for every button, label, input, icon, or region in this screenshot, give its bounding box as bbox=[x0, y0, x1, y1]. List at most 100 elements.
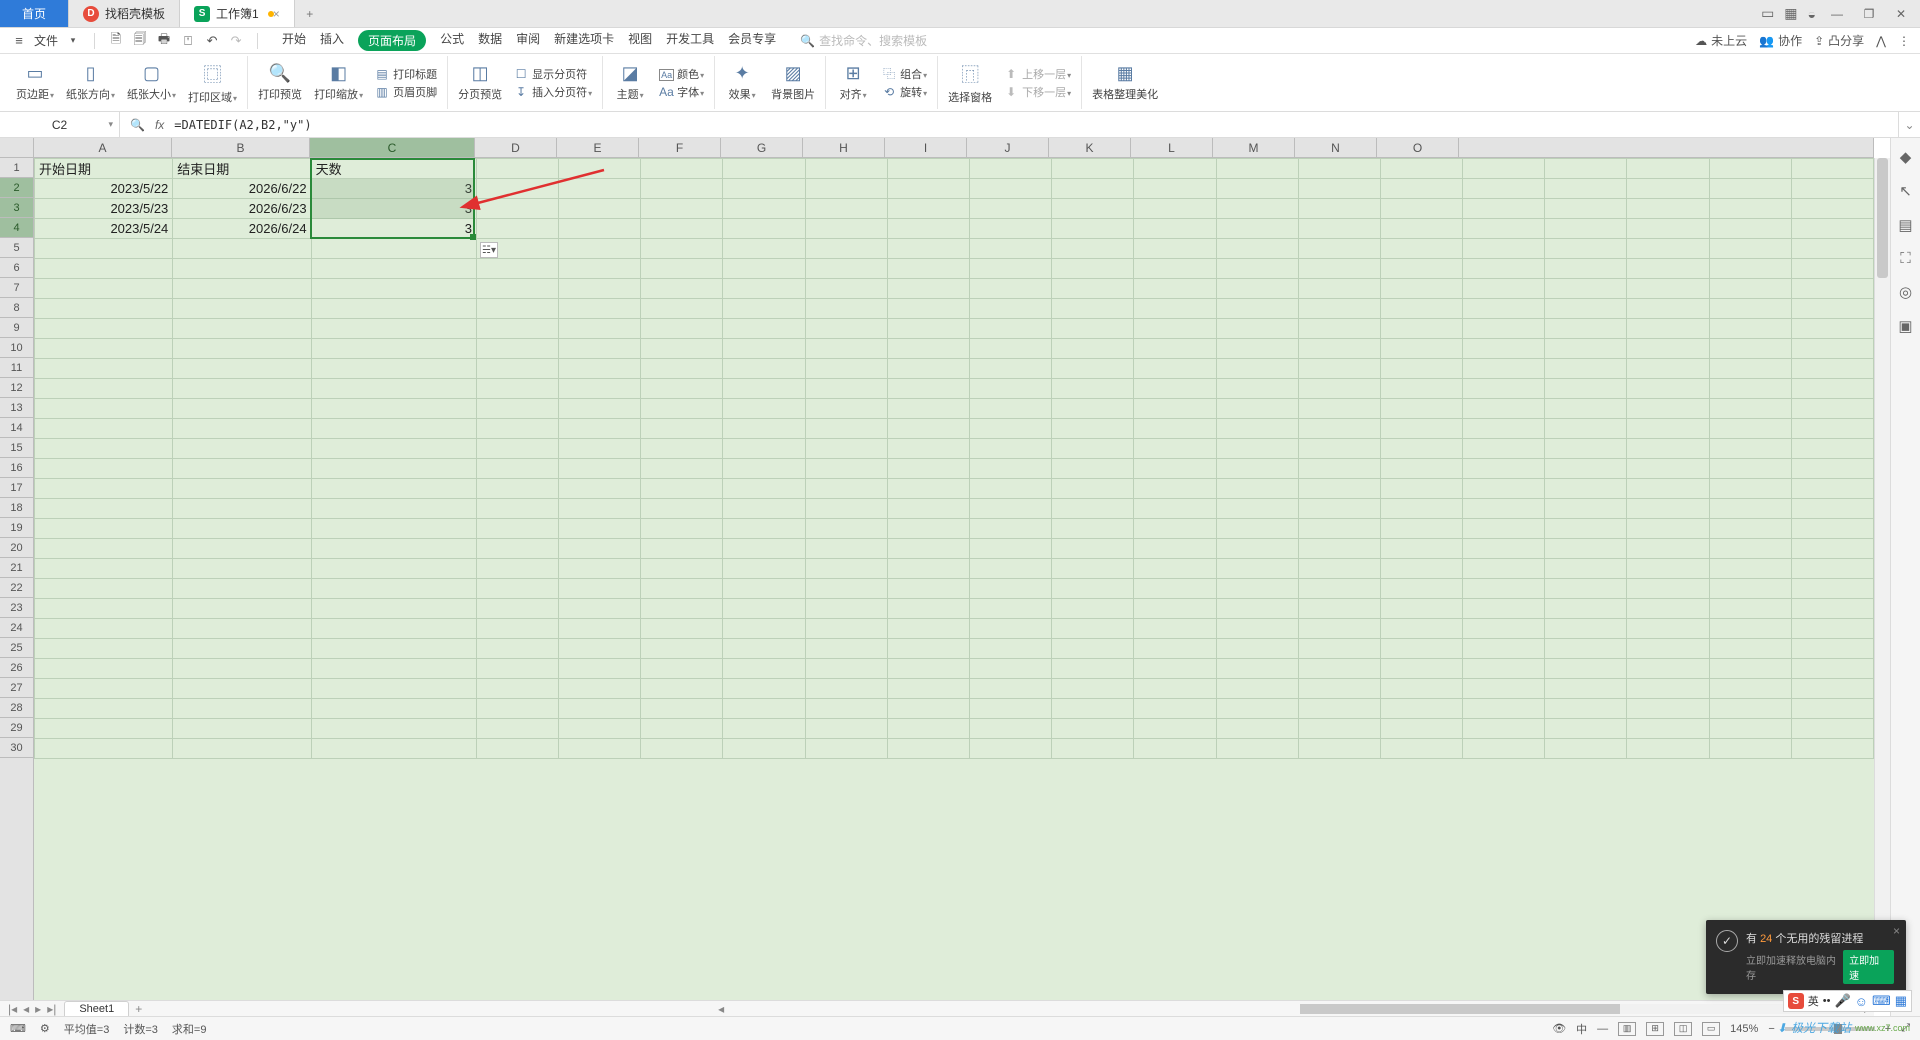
cell[interactable] bbox=[476, 479, 558, 499]
cell[interactable] bbox=[969, 719, 1051, 739]
cell[interactable] bbox=[476, 199, 558, 219]
cell[interactable] bbox=[1791, 599, 1873, 619]
cell[interactable] bbox=[1298, 359, 1380, 379]
cell[interactable] bbox=[969, 319, 1051, 339]
cell[interactable] bbox=[969, 239, 1051, 259]
cell[interactable] bbox=[1052, 159, 1134, 179]
cell[interactable] bbox=[35, 359, 173, 379]
cell[interactable] bbox=[173, 439, 311, 459]
col-header[interactable]: O bbox=[1377, 138, 1459, 157]
cell[interactable] bbox=[805, 559, 887, 579]
cell[interactable] bbox=[35, 539, 173, 559]
cell[interactable] bbox=[1298, 399, 1380, 419]
ribbon-button[interactable]: ▤打印标题 bbox=[375, 66, 437, 82]
cell[interactable] bbox=[1545, 379, 1627, 399]
view-eye-icon[interactable]: 👁 bbox=[1552, 1022, 1566, 1035]
ribbon-button[interactable]: ◧打印缩放▾ bbox=[310, 63, 367, 102]
cell[interactable] bbox=[1216, 499, 1298, 519]
layout-icon[interactable]: ▭ bbox=[1761, 5, 1774, 22]
cell[interactable] bbox=[476, 179, 558, 199]
cell[interactable] bbox=[1216, 599, 1298, 619]
cell[interactable] bbox=[1134, 639, 1216, 659]
cell[interactable] bbox=[1298, 719, 1380, 739]
cell[interactable] bbox=[311, 539, 476, 559]
cell[interactable] bbox=[173, 459, 311, 479]
cell[interactable] bbox=[476, 739, 558, 759]
cell[interactable] bbox=[1791, 579, 1873, 599]
cell[interactable] bbox=[1709, 539, 1791, 559]
cell[interactable] bbox=[723, 219, 805, 239]
cell[interactable] bbox=[641, 379, 723, 399]
cell[interactable] bbox=[1380, 359, 1462, 379]
cell[interactable] bbox=[1545, 159, 1627, 179]
cell[interactable] bbox=[1791, 639, 1873, 659]
ribbon-button[interactable]: ⬆上移一层▾ bbox=[1004, 66, 1071, 82]
cell[interactable] bbox=[1298, 739, 1380, 759]
row-header[interactable]: 11 bbox=[0, 358, 33, 378]
cell[interactable] bbox=[476, 599, 558, 619]
cell[interactable] bbox=[887, 539, 969, 559]
cell[interactable] bbox=[1709, 419, 1791, 439]
cell[interactable] bbox=[1627, 299, 1709, 319]
cell[interactable] bbox=[1216, 579, 1298, 599]
cell[interactable] bbox=[1052, 239, 1134, 259]
cell[interactable] bbox=[723, 439, 805, 459]
cell[interactable] bbox=[559, 699, 641, 719]
menu-view[interactable]: 视图 bbox=[628, 30, 652, 51]
cell[interactable] bbox=[1298, 559, 1380, 579]
cell[interactable] bbox=[1298, 459, 1380, 479]
menu-devtools[interactable]: 开发工具 bbox=[666, 30, 714, 51]
avatar-icon[interactable]: ◒ bbox=[1808, 6, 1816, 22]
cell[interactable] bbox=[1380, 419, 1462, 439]
cell[interactable] bbox=[311, 519, 476, 539]
menu-review[interactable]: 审阅 bbox=[516, 30, 540, 51]
cell[interactable] bbox=[805, 719, 887, 739]
cell[interactable] bbox=[723, 379, 805, 399]
cell[interactable] bbox=[311, 639, 476, 659]
cell[interactable] bbox=[1463, 499, 1545, 519]
cell[interactable] bbox=[559, 639, 641, 659]
cell[interactable] bbox=[1134, 219, 1216, 239]
cell[interactable] bbox=[1709, 719, 1791, 739]
cell[interactable] bbox=[641, 339, 723, 359]
cell[interactable] bbox=[1791, 319, 1873, 339]
cell[interactable] bbox=[1463, 539, 1545, 559]
col-header[interactable]: B bbox=[172, 138, 310, 157]
cell[interactable] bbox=[1134, 399, 1216, 419]
cell[interactable] bbox=[805, 219, 887, 239]
cell[interactable] bbox=[887, 719, 969, 739]
cell[interactable] bbox=[969, 399, 1051, 419]
cell[interactable] bbox=[887, 519, 969, 539]
cell[interactable] bbox=[311, 579, 476, 599]
cell[interactable] bbox=[559, 239, 641, 259]
cell[interactable]: 3 bbox=[311, 199, 476, 219]
toast-close-button[interactable]: × bbox=[1893, 924, 1900, 938]
sheet-nav-prev[interactable]: ◂ bbox=[23, 1002, 29, 1016]
cell[interactable] bbox=[1298, 439, 1380, 459]
undo-icon[interactable]: ↶ bbox=[203, 33, 221, 49]
cell[interactable] bbox=[559, 199, 641, 219]
cell[interactable] bbox=[1052, 539, 1134, 559]
cell[interactable] bbox=[1627, 499, 1709, 519]
file-dropdown-icon[interactable]: ▾ bbox=[64, 35, 82, 46]
ribbon-button[interactable]: ▯纸张方向▾ bbox=[62, 63, 119, 102]
zoom-out-button[interactable]: − bbox=[1768, 1023, 1774, 1035]
cell[interactable] bbox=[805, 639, 887, 659]
cell[interactable] bbox=[1627, 639, 1709, 659]
cell[interactable] bbox=[1380, 279, 1462, 299]
cell[interactable] bbox=[641, 739, 723, 759]
cell[interactable] bbox=[1791, 739, 1873, 759]
cell[interactable] bbox=[1709, 679, 1791, 699]
cell[interactable] bbox=[1627, 399, 1709, 419]
cell[interactable] bbox=[887, 339, 969, 359]
face-icon[interactable]: ☺ bbox=[1855, 994, 1868, 1009]
new-icon[interactable]: 🗎 bbox=[107, 30, 125, 52]
tab-close-button[interactable]: × bbox=[273, 7, 280, 21]
cell[interactable] bbox=[35, 319, 173, 339]
row-header[interactable]: 22 bbox=[0, 578, 33, 598]
cell[interactable] bbox=[1791, 519, 1873, 539]
cell[interactable] bbox=[641, 579, 723, 599]
cell[interactable] bbox=[1791, 679, 1873, 699]
cell[interactable] bbox=[969, 679, 1051, 699]
cell[interactable] bbox=[476, 399, 558, 419]
